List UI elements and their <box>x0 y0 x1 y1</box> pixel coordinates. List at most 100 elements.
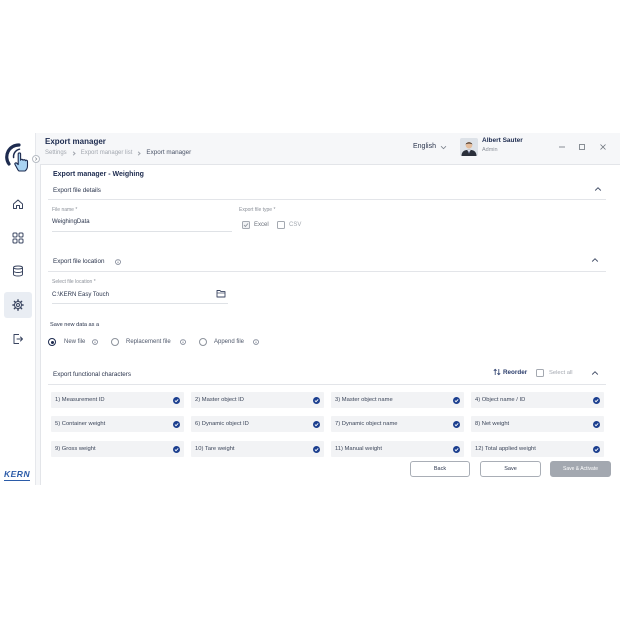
user-role: Admin <box>482 147 498 153</box>
character-item[interactable]: 9) Gross weight <box>51 441 184 457</box>
close-icon[interactable] <box>599 143 607 151</box>
content-card <box>40 164 620 485</box>
check-circle-icon <box>312 420 320 428</box>
character-item-label: 7) Dynamic object name <box>335 421 398 427</box>
info-icon[interactable] <box>253 339 259 345</box>
replacement-file-radio[interactable] <box>111 338 119 346</box>
character-item[interactable]: 6) Dynamic object ID <box>191 416 324 432</box>
settings-icon <box>12 299 24 311</box>
character-item-label: 4) Object name / ID <box>475 397 526 403</box>
character-item[interactable]: 7) Dynamic object name <box>331 416 464 432</box>
chevron-down-icon[interactable] <box>440 145 447 150</box>
character-item[interactable]: 8) Net weight <box>471 416 604 432</box>
character-item[interactable]: 10) Tare weight <box>191 441 324 457</box>
check-circle-icon <box>592 396 600 404</box>
character-item-label: 5) Container weight <box>55 421 106 427</box>
new-file-label: New file <box>64 339 86 345</box>
save-mode-label: Save new data as a <box>50 322 100 328</box>
csv-checkbox[interactable] <box>277 221 285 229</box>
sidebar-item-data[interactable] <box>12 265 24 277</box>
reorder-icon[interactable] <box>493 368 501 376</box>
app-logo-hand-icon[interactable] <box>5 142 31 174</box>
back-button[interactable]: Back <box>410 461 470 477</box>
sidebar-item-settings-icon-wrap <box>12 299 24 311</box>
chevron-up-icon[interactable] <box>594 186 602 192</box>
info-icon[interactable] <box>115 259 121 265</box>
divider <box>48 384 606 385</box>
chevron-right-icon <box>35 157 38 161</box>
character-item-label: 10) Tare weight <box>195 446 235 452</box>
kern-logo: KERN <box>4 469 31 481</box>
sidebar-item-home[interactable] <box>12 198 24 210</box>
save-button[interactable]: Save <box>480 461 541 477</box>
sidebar-item-dashboard[interactable] <box>12 232 24 244</box>
avatar[interactable] <box>460 138 478 156</box>
app-title: Export manager <box>45 137 106 146</box>
check-circle-icon <box>592 445 600 453</box>
page-title: Export manager - Weighing <box>53 171 144 178</box>
home-icon <box>13 199 23 209</box>
check-circle-icon <box>592 420 600 428</box>
check-circle-icon <box>452 396 460 404</box>
breadcrumb-item-export-manager-list[interactable]: Export manager list <box>81 149 133 157</box>
logout-icon <box>13 334 23 344</box>
file-name-input[interactable]: WeighingData <box>52 218 90 226</box>
character-item[interactable]: 4) Object name / ID <box>471 392 604 408</box>
section-title-file-location: Export file location <box>53 258 105 265</box>
character-item[interactable]: 11) Manual weight <box>331 441 464 457</box>
excel-checkbox[interactable] <box>242 221 250 229</box>
character-item-label: 11) Manual weight <box>335 446 382 452</box>
divider <box>48 271 606 272</box>
check-circle-icon <box>172 420 180 428</box>
breadcrumb-item-settings[interactable]: Settings <box>45 149 67 157</box>
info-icon[interactable] <box>92 339 98 345</box>
minimize-icon[interactable] <box>558 143 566 151</box>
character-item[interactable]: 3) Master object name <box>331 392 464 408</box>
append-file-radio[interactable] <box>199 338 207 346</box>
character-item[interactable]: 1) Measurement ID <box>51 392 184 408</box>
select-all-checkbox[interactable] <box>536 369 544 377</box>
breadcrumb-item-current: Export manager <box>146 149 192 156</box>
sidebar-item-logout[interactable] <box>12 333 24 345</box>
check-circle-icon <box>452 420 460 428</box>
database-icon <box>13 265 23 277</box>
character-item-label: 12) Total applied weight <box>475 446 536 452</box>
folder-icon[interactable] <box>216 289 226 298</box>
divider <box>48 199 606 200</box>
chevron-right-icon <box>136 150 142 156</box>
check-circle-icon <box>452 445 460 453</box>
section-title-functional-characters: Export functional characters <box>53 371 132 378</box>
maximize-icon[interactable] <box>578 143 586 151</box>
character-item-label: 1) Measurement ID <box>55 397 105 403</box>
character-item-label: 3) Master object name <box>335 397 393 403</box>
excel-label: Excel <box>254 222 269 228</box>
chevron-up-icon[interactable] <box>591 257 599 263</box>
save-and-activate-button[interactable]: Save & Activate <box>550 461 611 477</box>
grid-icon <box>12 232 24 244</box>
new-file-radio[interactable] <box>48 338 56 346</box>
user-name: Albert Sauter <box>482 137 523 144</box>
check-circle-icon <box>312 396 320 404</box>
chevron-right-icon <box>71 150 76 156</box>
language-selector[interactable]: English <box>413 142 436 151</box>
sidebar-collapse-button[interactable] <box>32 155 40 163</box>
file-location-input[interactable]: C:\KERN Easy Touch <box>52 291 109 299</box>
check-circle-icon <box>172 396 180 404</box>
user-photo-icon <box>460 138 478 156</box>
file-type-label: Export file type * <box>239 207 276 213</box>
replacement-file-label: Replacement file <box>126 339 171 345</box>
chevron-up-icon[interactable] <box>591 370 599 376</box>
file-location-underline <box>52 303 228 304</box>
character-item[interactable]: 5) Container weight <box>51 416 184 432</box>
append-file-label: Append file <box>214 339 245 345</box>
info-icon[interactable] <box>180 339 186 345</box>
section-title-file-details: Export file details <box>53 187 101 194</box>
character-item[interactable]: 2) Master object ID <box>191 392 324 408</box>
check-circle-icon <box>172 445 180 453</box>
character-item-label: 2) Master object ID <box>195 397 244 403</box>
character-item-label: 6) Dynamic object ID <box>195 421 249 427</box>
character-item-label: 9) Gross weight <box>55 446 96 452</box>
file-name-underline <box>52 231 232 232</box>
reorder-button[interactable]: Reorder <box>503 369 527 377</box>
character-item[interactable]: 12) Total applied weight <box>471 441 604 457</box>
